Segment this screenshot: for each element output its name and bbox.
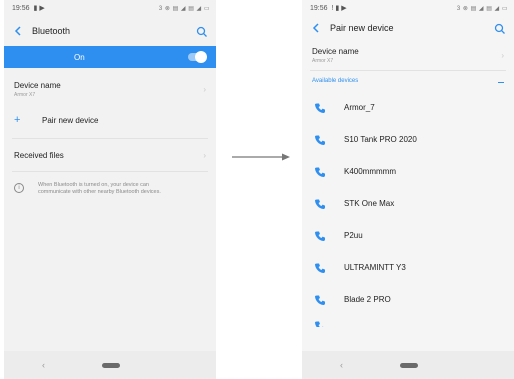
back-arrow-icon[interactable] xyxy=(310,22,322,34)
nav-home-button[interactable] xyxy=(102,362,120,368)
navigation-bar: ‹ xyxy=(4,351,216,379)
device-name: ULTRAMINTT Y3 xyxy=(344,262,406,272)
device-name-title: Device name xyxy=(312,46,359,56)
search-icon[interactable] xyxy=(196,25,208,37)
pair-new-device-row[interactable]: + Pair new device xyxy=(4,106,216,134)
received-files-row[interactable]: Received files › xyxy=(4,139,216,171)
status-notification-icon: ! ▮ ▶ xyxy=(331,5,347,12)
device-name-value: Armor X7 xyxy=(14,91,36,98)
toggle-label: On xyxy=(74,52,85,62)
app-bar: Bluetooth xyxy=(4,16,216,46)
device-list: Armor_7 S10 Tank PRO 2020 K400mmmmm STK One… xyxy=(302,91,514,315)
arrow-right-icon xyxy=(232,153,290,161)
phone-icon xyxy=(314,133,326,145)
page-title: Bluetooth xyxy=(32,26,71,36)
device-name: STK One Max xyxy=(344,198,395,208)
switch-knob xyxy=(195,51,207,63)
info-row: i When Bluetooth is turned on, your devi… xyxy=(4,172,216,206)
chevron-right-icon: › xyxy=(203,84,206,94)
device-name: K400mmmmm xyxy=(344,166,397,176)
status-icons: 3 ⊗ ▤ ◢ ▤ ◢ ▭ xyxy=(456,5,508,12)
nav-back-icon[interactable]: ‹ xyxy=(42,360,45,370)
pair-new-device-screen: 19:56 ! ▮ ▶ 3 ⊗ ▤ ◢ ▤ ◢ ▭ Pair new devic… xyxy=(302,0,514,379)
chevron-right-icon: › xyxy=(501,50,504,60)
phone-icon xyxy=(314,261,326,273)
status-time: 19:56 xyxy=(310,4,328,12)
available-devices-label: Available devices xyxy=(312,78,359,84)
info-icon: i xyxy=(14,183,24,193)
device-item[interactable]: STK One Max xyxy=(302,187,514,219)
status-bar: 19:56 ! ▮ ▶ 3 ⊗ ▤ ◢ ▤ ◢ ▭ xyxy=(302,0,514,16)
device-item[interactable]: Blade 2 PRO xyxy=(302,283,514,315)
info-text: When Bluetooth is turned on, your device… xyxy=(38,182,161,195)
device-name: P2uu xyxy=(344,230,363,240)
received-files-label: Received files xyxy=(14,150,64,160)
bluetooth-switch[interactable] xyxy=(188,51,207,63)
bluetooth-toggle-row[interactable]: On xyxy=(4,46,216,68)
chevron-right-icon: › xyxy=(203,150,206,160)
phone-icon xyxy=(314,229,326,241)
device-item[interactable]: Armor_7 xyxy=(302,91,514,123)
status-notification-icon: ▮ ▶ xyxy=(33,5,45,12)
device-name-row[interactable]: Device name Armor X7 › xyxy=(302,40,514,70)
device-name-title: Device name xyxy=(14,80,61,90)
phone-icon xyxy=(314,319,326,327)
bluetooth-settings-screen: 19:56 ▮ ▶ 3 ⊗ ▤ ◢ ▤ ◢ ▭ Bluetooth On Dev… xyxy=(4,0,216,379)
device-item[interactable]: ULTRAMINTT Y3 xyxy=(302,251,514,283)
phone-icon xyxy=(314,197,326,209)
device-name-value: Armor X7 xyxy=(312,57,334,64)
plus-icon: + xyxy=(14,114,21,126)
phone-icon xyxy=(314,293,326,305)
status-bar: 19:56 ▮ ▶ 3 ⊗ ▤ ◢ ▤ ◢ ▭ xyxy=(4,0,216,16)
app-bar: Pair new device xyxy=(302,16,514,40)
page-title: Pair new device xyxy=(330,23,394,33)
phone-icon xyxy=(314,165,326,177)
device-name-row[interactable]: Device name Armor X7 › xyxy=(4,72,216,106)
device-item[interactable]: P2uu xyxy=(302,219,514,251)
status-icons: 3 ⊗ ▤ ◢ ▤ ◢ ▭ xyxy=(158,5,210,12)
device-item[interactable]: K400mmmmm xyxy=(302,155,514,187)
pair-new-device-label: Pair new device xyxy=(42,115,99,125)
nav-home-button[interactable] xyxy=(400,362,418,368)
device-name: Blade 2 PRO xyxy=(344,294,391,304)
phone-icon xyxy=(314,101,326,113)
device-item[interactable]: S10 Tank PRO 2020 xyxy=(302,123,514,155)
device-name: S10 Tank PRO 2020 xyxy=(344,134,417,144)
device-item-partial[interactable] xyxy=(302,315,514,327)
navigation-bar: ‹ xyxy=(302,351,514,379)
device-name: Armor_7 xyxy=(344,102,375,112)
search-icon[interactable] xyxy=(494,22,506,34)
back-arrow-icon[interactable] xyxy=(12,25,24,37)
available-devices-header: Available devices xyxy=(302,71,514,91)
nav-back-icon[interactable]: ‹ xyxy=(340,360,343,370)
status-time: 19:56 xyxy=(12,4,30,12)
loading-spinner-icon xyxy=(498,80,504,83)
